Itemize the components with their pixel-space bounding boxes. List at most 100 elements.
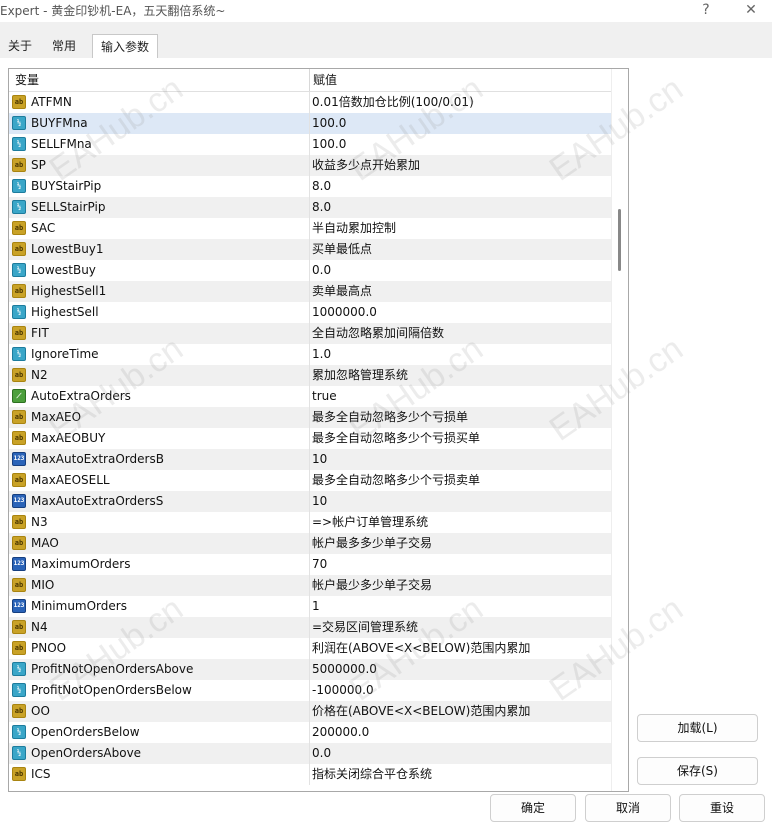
table-row[interactable]: ½ ProfitNotOpenOrdersAbove 5000000.0 xyxy=(9,659,611,680)
variable-name: LowestBuy1 xyxy=(31,242,104,256)
variable-value[interactable]: -100000.0 xyxy=(312,680,374,701)
table-row[interactable]: ab N3 =>帐户订单管理系统 xyxy=(9,512,611,533)
table-row[interactable]: ½ BUYFMna 100.0 xyxy=(9,113,611,134)
table-row[interactable]: 123 MaxAutoExtraOrdersS 10 xyxy=(9,491,611,512)
variable-value[interactable]: true xyxy=(312,386,337,407)
tab-common[interactable]: 常用 xyxy=(44,34,84,58)
table-row[interactable]: ab PNOO 利润在(ABOVE<X<BELOW)范围内累加 xyxy=(9,638,611,659)
variable-value[interactable]: 100.0 xyxy=(312,113,346,134)
variable-value[interactable]: 5000000.0 xyxy=(312,659,377,680)
string-type-icon: ab xyxy=(12,368,26,382)
table-row[interactable]: ⟋ AutoExtraOrders true xyxy=(9,386,611,407)
table-row[interactable]: ab SAC 半自动累加控制 xyxy=(9,218,611,239)
inputs-panel: 变量 赋值 ab ATFMN 0.01倍数加仓比例(100/0.01) ½ BUYFMn… xyxy=(0,58,772,830)
variable-value[interactable]: 卖单最高点 xyxy=(312,281,372,302)
table-row[interactable]: ab N4 =交易区间管理系统 xyxy=(9,617,611,638)
table-row[interactable]: ab ICS 指标关闭综合平仓系统 xyxy=(9,764,611,785)
table-row[interactable]: ab MaxAEOSELL 最多全自动忽略多少个亏损卖单 xyxy=(9,470,611,491)
variable-value[interactable]: 0.0 xyxy=(312,260,331,281)
variable-value[interactable]: 最多全自动忽略多少个亏损买单 xyxy=(312,428,480,449)
variable-value[interactable]: 1 xyxy=(312,596,320,617)
column-divider xyxy=(309,596,310,617)
variable-value[interactable]: 200000.0 xyxy=(312,722,369,743)
variable-value[interactable]: 1000000.0 xyxy=(312,302,377,323)
column-divider xyxy=(309,659,310,680)
variable-name: AutoExtraOrders xyxy=(31,389,131,403)
table-row[interactable]: ab FIT 全自动忽略累加间隔倍数 xyxy=(9,323,611,344)
variable-name: HighestSell1 xyxy=(31,284,107,298)
table-row[interactable]: ab MIO 帐户最少多少单子交易 xyxy=(9,575,611,596)
table-row[interactable]: ab ATFMN 0.01倍数加仓比例(100/0.01) xyxy=(9,92,611,113)
table-row[interactable]: 123 MinimumOrders 1 xyxy=(9,596,611,617)
variable-value[interactable]: 1.0 xyxy=(312,344,331,365)
table-row[interactable]: ab MaxAEO 最多全自动忽略多少个亏损单 xyxy=(9,407,611,428)
column-divider xyxy=(309,512,310,533)
variable-name: N3 xyxy=(31,515,48,529)
column-divider xyxy=(309,638,310,659)
cancel-button[interactable]: 取消 xyxy=(585,794,671,822)
table-row[interactable]: ½ BUYStairPip 8.0 xyxy=(9,176,611,197)
variable-value[interactable]: 最多全自动忽略多少个亏损卖单 xyxy=(312,470,480,491)
column-divider xyxy=(309,722,310,743)
table-row[interactable]: ab HighestSell1 卖单最高点 xyxy=(9,281,611,302)
variable-value[interactable]: =交易区间管理系统 xyxy=(312,617,418,638)
variable-value[interactable]: 10 xyxy=(312,449,327,470)
table-row[interactable]: ab OO 价格在(ABOVE<X<BELOW)范围内累加 xyxy=(9,701,611,722)
table-row[interactable]: 123 MaxAutoExtraOrdersB 10 xyxy=(9,449,611,470)
tab-inputs[interactable]: 输入参数 xyxy=(92,34,159,60)
variable-value[interactable]: 100.0 xyxy=(312,134,346,155)
table-row[interactable]: ab MAO 帐户最多多少单子交易 xyxy=(9,533,611,554)
variable-value[interactable]: 半自动累加控制 xyxy=(312,218,396,239)
header-value[interactable]: 赋值 xyxy=(313,69,337,91)
load-button[interactable]: 加载(L) xyxy=(637,714,758,742)
scrollbar-thumb[interactable] xyxy=(618,209,621,271)
variable-value[interactable]: 买单最低点 xyxy=(312,239,372,260)
ok-button[interactable]: 确定 xyxy=(490,794,576,822)
variable-value[interactable]: 0.01倍数加仓比例(100/0.01) xyxy=(312,92,474,113)
table-row[interactable]: ½ HighestSell 1000000.0 xyxy=(9,302,611,323)
column-divider xyxy=(309,428,310,449)
variable-value[interactable]: 指标关闭综合平仓系统 xyxy=(312,764,432,785)
reset-button[interactable]: 重设 xyxy=(679,794,765,822)
variable-value[interactable]: =>帐户订单管理系统 xyxy=(312,512,428,533)
variable-value[interactable]: 8.0 xyxy=(312,176,331,197)
tab-about[interactable]: 关于 xyxy=(0,34,40,58)
table-row[interactable]: ½ OpenOrdersAbove 0.0 xyxy=(9,743,611,764)
variable-value[interactable]: 帐户最多多少单子交易 xyxy=(312,533,432,554)
help-button[interactable]: ? xyxy=(692,0,720,20)
column-divider xyxy=(309,407,310,428)
variable-value[interactable]: 70 xyxy=(312,554,327,575)
string-type-icon: ab xyxy=(12,158,26,172)
variable-value[interactable]: 帐户最少多少单子交易 xyxy=(312,575,432,596)
variable-value[interactable]: 8.0 xyxy=(312,197,331,218)
table-row[interactable]: ½ LowestBuy 0.0 xyxy=(9,260,611,281)
parameters-table: 变量 赋值 ab ATFMN 0.01倍数加仓比例(100/0.01) ½ BUYFMn… xyxy=(8,68,629,792)
close-button[interactable]: ✕ xyxy=(737,0,765,20)
variable-name: BUYFMna xyxy=(31,116,88,130)
table-row[interactable]: ab N2 累加忽略管理系统 xyxy=(9,365,611,386)
table-row[interactable]: ab LowestBuy1 买单最低点 xyxy=(9,239,611,260)
table-row[interactable]: ab SP 收益多少点开始累加 xyxy=(9,155,611,176)
table-row[interactable]: ab MaxAEOBUY 最多全自动忽略多少个亏损买单 xyxy=(9,428,611,449)
integer-type-icon: 123 xyxy=(12,557,26,571)
string-type-icon: ab xyxy=(12,326,26,340)
variable-value[interactable]: 累加忽略管理系统 xyxy=(312,365,408,386)
variable-value[interactable]: 价格在(ABOVE<X<BELOW)范围内累加 xyxy=(312,701,530,722)
header-divider[interactable] xyxy=(309,69,310,91)
variable-value[interactable]: 最多全自动忽略多少个亏损单 xyxy=(312,407,468,428)
table-row[interactable]: ½ SELLStairPip 8.0 xyxy=(9,197,611,218)
variable-value[interactable]: 0.0 xyxy=(312,743,331,764)
vertical-scrollbar[interactable] xyxy=(611,69,628,791)
header-variable[interactable]: 变量 xyxy=(15,69,39,91)
save-button[interactable]: 保存(S) xyxy=(637,757,758,785)
table-row[interactable]: ½ OpenOrdersBelow 200000.0 xyxy=(9,722,611,743)
table-row[interactable]: ½ ProfitNotOpenOrdersBelow -100000.0 xyxy=(9,680,611,701)
table-row[interactable]: ½ IgnoreTime 1.0 xyxy=(9,344,611,365)
table-row[interactable]: ½ SELLFMna 100.0 xyxy=(9,134,611,155)
variable-value[interactable]: 10 xyxy=(312,491,327,512)
variable-value[interactable]: 全自动忽略累加间隔倍数 xyxy=(312,323,444,344)
column-divider xyxy=(309,239,310,260)
variable-value[interactable]: 利润在(ABOVE<X<BELOW)范围内累加 xyxy=(312,638,530,659)
variable-value[interactable]: 收益多少点开始累加 xyxy=(312,155,420,176)
table-row[interactable]: 123 MaximumOrders 70 xyxy=(9,554,611,575)
